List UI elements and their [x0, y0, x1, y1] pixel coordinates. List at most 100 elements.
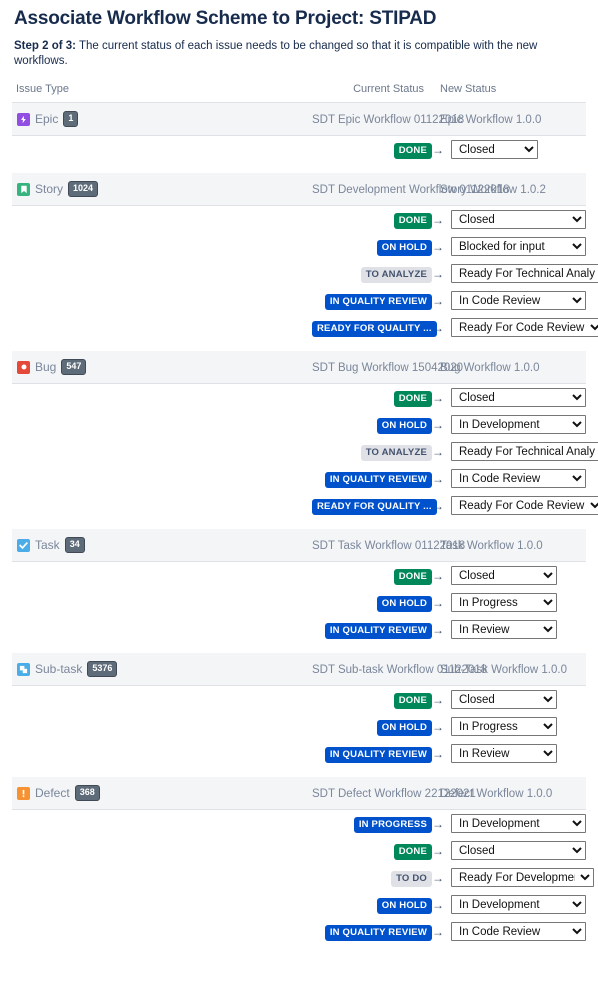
mapping-spacer-cell: [12, 809, 312, 837]
new-status-select[interactable]: In Development: [451, 895, 586, 914]
issue-type-cell: Story 1024: [12, 173, 312, 206]
spacer-cell: [12, 163, 586, 173]
new-status-select[interactable]: In Review: [451, 744, 557, 763]
issue-type-label: Task: [35, 538, 60, 552]
step-description: Step 2 of 3: The current status of each …: [12, 32, 586, 69]
status-mapping-row: ON HOLD → Blocked for input: [12, 233, 586, 260]
current-status-badge: DONE: [393, 213, 432, 229]
arrow-icon: →: [432, 719, 444, 734]
current-status-cell: DONE: [312, 383, 432, 411]
current-status-cell: IN PROGRESS: [312, 809, 432, 837]
new-status-select[interactable]: Blocked for input: [451, 237, 586, 256]
new-status-select[interactable]: Closed: [451, 140, 538, 159]
group-spacer: [12, 519, 586, 529]
status-mapping-row: DONE → Closed: [12, 205, 586, 233]
new-status-select[interactable]: In Code Review: [451, 469, 586, 488]
spacer-cell: [12, 519, 586, 529]
current-workflow-cell: SDT Defect Workflow 22122021: [312, 777, 476, 810]
new-workflow-cell: Epic Workflow 1.0.0: [432, 102, 586, 136]
current-status-cell: ON HOLD: [312, 891, 432, 918]
mapping-spacer-cell: [12, 685, 312, 713]
story-icon: [17, 182, 30, 196]
issue-count-badge: 5376: [87, 661, 118, 677]
status-mapping-row: ON HOLD → In Progress: [12, 589, 586, 616]
group-spacer: [12, 341, 586, 351]
issue-type-cell: Epic 1: [12, 102, 312, 136]
arrow-icon: →: [432, 390, 444, 405]
group-spacer: [12, 767, 586, 777]
new-status-select[interactable]: Ready For Development: [451, 868, 594, 887]
arrow-icon: →: [432, 816, 444, 831]
new-status-cell: → Ready For Code Review: [432, 314, 598, 341]
issue-type-label: Epic: [35, 112, 59, 126]
new-status-cell: → In Review: [432, 740, 586, 767]
new-workflow-name: Story Workflow 1.0.2: [440, 184, 546, 196]
workflow-scheme-page: Associate Workflow Scheme to Project: ST…: [0, 0, 598, 945]
issue-type-group-header: Bug 547 SDT Bug Workflow 15042020 Bug Workf…: [12, 351, 586, 384]
new-status-select[interactable]: Ready For Technical Analysis: [451, 442, 598, 461]
arrow-icon: →: [432, 568, 444, 583]
new-status-select[interactable]: In Development: [451, 415, 586, 434]
issue-type-label: Story: [35, 182, 64, 196]
current-status-cell: IN QUALITY REVIEW: [312, 740, 432, 767]
step-text: The current status of each issue needs t…: [14, 40, 538, 67]
mapping-spacer-cell: [12, 411, 312, 438]
new-workflow-name: Epic Workflow 1.0.0: [440, 114, 542, 126]
new-status-select[interactable]: In Code Review: [451, 291, 586, 310]
current-status-badge: IN QUALITY REVIEW: [324, 472, 432, 488]
mapping-spacer-cell: [12, 864, 312, 891]
new-status-select[interactable]: Closed: [451, 690, 557, 709]
new-status-cell: → Closed: [432, 837, 586, 864]
column-header-issue-type: Issue Type: [12, 83, 312, 103]
current-workflow-cell: SDT Bug Workflow 15042020: [312, 351, 463, 384]
current-status-cell: READY FOR QUALITY ...: [312, 492, 437, 519]
new-status-select[interactable]: Closed: [451, 841, 586, 860]
new-status-select[interactable]: Closed: [451, 210, 586, 229]
new-status-select[interactable]: In Progress: [451, 717, 557, 736]
status-mapping-row: DONE → Closed: [12, 837, 586, 864]
group-spacer: [12, 643, 586, 653]
issue-type-cell: Defect 368: [12, 777, 312, 810]
status-mapping-row: READY FOR QUALITY ... → Ready For Code Rev…: [12, 314, 598, 341]
new-status-cell: → Closed: [432, 383, 586, 411]
mapping-spacer-cell: [12, 260, 312, 287]
arrow-icon: →: [432, 870, 444, 885]
new-status-cell: → Blocked for input: [432, 233, 586, 260]
current-status-badge: IN QUALITY REVIEW: [324, 294, 432, 310]
arrow-icon: →: [432, 622, 444, 637]
new-status-select[interactable]: Closed: [451, 388, 586, 407]
issue-count-badge: 1: [63, 111, 79, 127]
current-status-badge: READY FOR QUALITY ...: [312, 499, 437, 515]
new-status-select[interactable]: In Code Review: [451, 922, 586, 941]
new-status-select[interactable]: Ready For Code Review: [451, 318, 598, 337]
new-status-select[interactable]: In Progress: [451, 593, 557, 612]
new-status-select[interactable]: Ready For Technical Analysis: [451, 264, 598, 283]
arrow-icon: →: [432, 498, 444, 513]
subtask-icon: [17, 662, 30, 676]
mapping-spacer-cell: [12, 287, 312, 314]
current-status-cell: IN QUALITY REVIEW: [312, 918, 432, 945]
issue-type-group-header: Epic 1 SDT Epic Workflow 01122018 Epic Work…: [12, 102, 586, 136]
mapping-spacer-cell: [12, 837, 312, 864]
new-status-cell: → In Progress: [432, 589, 586, 616]
current-status-badge: READY FOR QUALITY ...: [312, 321, 437, 337]
new-status-select[interactable]: In Development: [451, 814, 586, 833]
mapping-spacer-cell: [12, 589, 312, 616]
new-status-cell: → Ready For Development: [432, 864, 594, 891]
arrow-icon: →: [432, 266, 444, 281]
current-status-cell: DONE: [312, 837, 432, 864]
status-mapping-row: ON HOLD → In Development: [12, 411, 586, 438]
new-status-select[interactable]: Closed: [451, 566, 557, 585]
new-workflow-name: Bug Workflow 1.0.0: [440, 362, 540, 374]
issue-type-group-header: Task 34 SDT Task Workflow 01122018 Task Wor…: [12, 529, 586, 562]
mapping-spacer-cell: [12, 713, 312, 740]
status-mapping-row: TO ANALYZE → Ready For Technical Analysis: [12, 260, 598, 287]
issue-count-badge: 34: [64, 537, 85, 553]
status-mapping-row: DONE → Closed: [12, 685, 586, 713]
new-status-select[interactable]: Ready For Code Review: [451, 496, 598, 515]
new-status-cell: → In Code Review: [432, 287, 586, 314]
table-header: Issue Type Current Status New Status: [12, 83, 586, 103]
current-workflow-cell: SDT Development Workflow 01122018: [312, 173, 510, 206]
new-status-select[interactable]: In Review: [451, 620, 557, 639]
issue-type-cell: Task 34: [12, 529, 312, 562]
